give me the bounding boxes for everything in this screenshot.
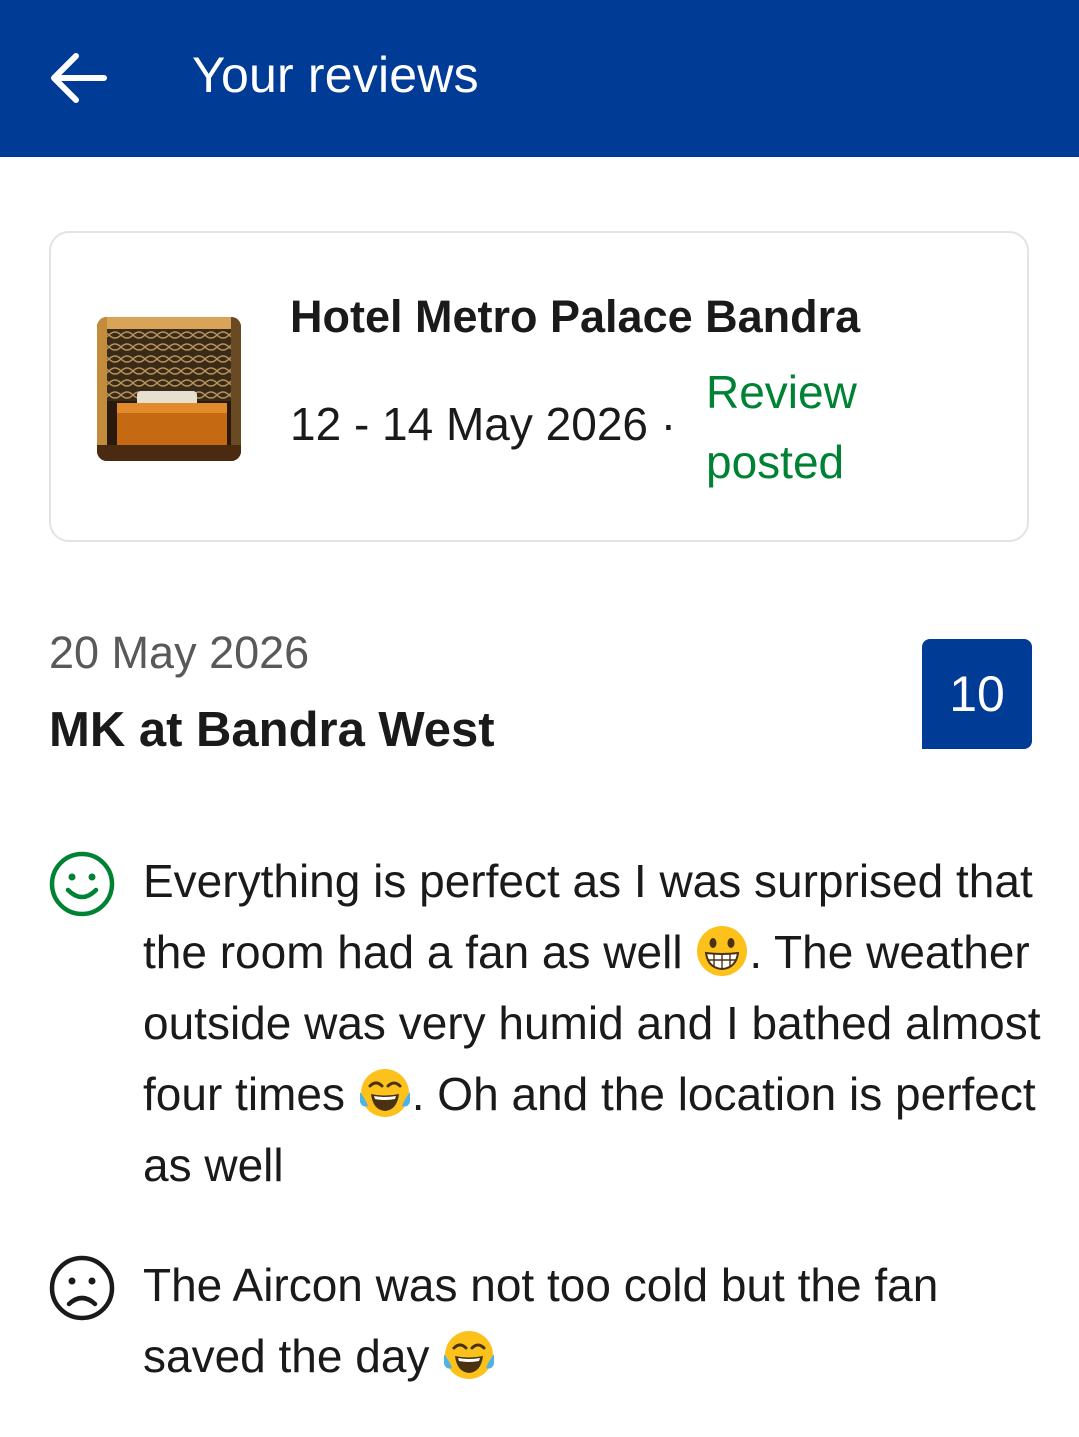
hotel-thumbnail	[97, 317, 241, 461]
top-app-bar: Your reviews	[0, 0, 1079, 157]
sad-face-icon	[49, 1255, 115, 1321]
reviewer-name: MK at Bandra West	[49, 703, 495, 757]
grinning-face-emoji	[695, 924, 749, 978]
hotel-name: Hotel Metro Palace Bandra	[290, 291, 861, 342]
tears-of-joy-emoji	[442, 1328, 496, 1382]
review-text-segment: The Aircon was not too cold but the fan …	[143, 1259, 939, 1382]
stay-dates: 12 - 14 May 2026 ·	[290, 398, 677, 450]
smiley-face-icon	[49, 851, 115, 917]
review-status: Review posted	[706, 366, 857, 488]
negative-review-text: The Aircon was not too cold but the fan …	[143, 1250, 1043, 1392]
page-title: Your reviews	[192, 47, 479, 103]
review-date: 20 May 2026	[49, 627, 310, 678]
booking-card[interactable]: Hotel Metro Palace Bandra 12 - 14 May 20…	[49, 231, 1029, 542]
positive-review-text: Everything is perfect as I was surprised…	[143, 846, 1043, 1201]
score-badge: 10	[922, 639, 1032, 749]
back-button[interactable]	[38, 42, 118, 114]
arrow-left-icon	[51, 53, 107, 103]
tears-of-joy-emoji	[358, 1066, 412, 1120]
